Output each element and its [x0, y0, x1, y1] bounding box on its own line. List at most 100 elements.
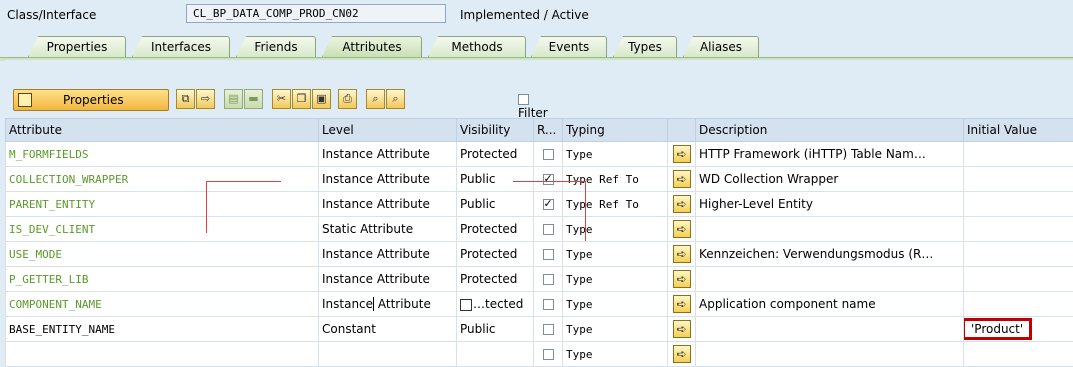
copy-clipboard-icon[interactable]: ❐: [292, 89, 311, 109]
visibility-cell[interactable]: Public: [457, 167, 534, 192]
col-attribute[interactable]: Attribute: [6, 119, 319, 142]
tab-properties[interactable]: Properties: [28, 36, 126, 57]
initial-value-cell[interactable]: [964, 292, 1073, 317]
visibility-cell[interactable]: Protected: [457, 217, 534, 242]
navigate-arrow-icon[interactable]: ➪: [673, 145, 691, 163]
typing-cell[interactable]: Type: [563, 317, 668, 342]
arrow-cell[interactable]: ➪: [668, 242, 696, 267]
arrow-cell[interactable]: ➪: [668, 317, 696, 342]
delete-row-icon[interactable]: ▬: [244, 89, 263, 109]
popup-icon[interactable]: [460, 299, 472, 311]
tab-attributes[interactable]: Attributes: [322, 36, 422, 57]
col-visibility[interactable]: Visibility: [457, 119, 534, 142]
readonly-checkbox[interactable]: [543, 199, 554, 210]
description-cell[interactable]: [696, 317, 964, 342]
typing-cell[interactable]: Type: [563, 267, 668, 292]
attribute-cell[interactable]: USE_MODE: [6, 242, 319, 267]
navigate-arrow-icon[interactable]: ➪: [673, 320, 691, 338]
visibility-cell[interactable]: …tected: [457, 292, 534, 317]
readonly-checkbox[interactable]: [543, 224, 554, 235]
col-initial-value[interactable]: Initial Value: [964, 119, 1073, 142]
find-icon[interactable]: ⌕: [366, 89, 385, 109]
filter-checkbox[interactable]: Filter: [518, 92, 548, 120]
readonly-cell[interactable]: [534, 292, 563, 317]
attribute-cell[interactable]: BASE_ENTITY_NAME: [6, 317, 319, 342]
table-row[interactable]: P_GETTER_LIBInstance AttributeProtected T…: [6, 267, 1073, 292]
paste-icon[interactable]: ⇨: [196, 89, 215, 109]
description-cell[interactable]: Higher-Level Entity: [696, 192, 964, 217]
readonly-cell[interactable]: [534, 167, 563, 192]
navigate-arrow-icon[interactable]: ➪: [673, 270, 691, 288]
arrow-cell[interactable]: ➪: [668, 142, 696, 167]
arrow-cell[interactable]: ➪: [668, 192, 696, 217]
table-row[interactable]: BASE_ENTITY_NAMEConstantPublicType➪'Prod…: [6, 317, 1073, 342]
col-typing[interactable]: Typing: [563, 119, 668, 142]
initial-value-cell[interactable]: [964, 192, 1073, 217]
col-level[interactable]: Level: [319, 119, 457, 142]
readonly-cell[interactable]: [534, 217, 563, 242]
table-row[interactable]: PARENT_ENTITYInstance AttributePublicTyp…: [6, 192, 1073, 217]
tab-friends[interactable]: Friends: [236, 36, 316, 57]
readonly-checkbox[interactable]: [543, 349, 554, 360]
readonly-cell[interactable]: [534, 317, 563, 342]
col-description[interactable]: Description: [696, 119, 964, 142]
tab-interfaces[interactable]: Interfaces: [132, 36, 230, 57]
readonly-cell[interactable]: [534, 142, 563, 167]
typing-cell[interactable]: Type: [563, 142, 668, 167]
col-readonly[interactable]: R...: [534, 119, 563, 142]
paste-clipboard-icon[interactable]: ▣: [312, 89, 331, 109]
cut-icon[interactable]: ✂: [272, 89, 291, 109]
readonly-checkbox[interactable]: [543, 274, 554, 285]
tab-types[interactable]: Types: [613, 36, 677, 57]
typing-cell[interactable]: Type: [563, 342, 668, 367]
visibility-cell[interactable]: Public: [457, 192, 534, 217]
table-row[interactable]: COLLECTION_WRAPPERInstance AttributePubl…: [6, 167, 1073, 192]
attribute-cell[interactable]: COLLECTION_WRAPPER: [6, 167, 319, 192]
table-row[interactable]: IS_DEV_CLIENTStatic AttributeProtected Ty…: [6, 217, 1073, 242]
tab-methods[interactable]: Methods: [428, 36, 526, 57]
navigate-arrow-icon[interactable]: ➪: [673, 195, 691, 213]
readonly-checkbox[interactable]: [543, 174, 554, 185]
readonly-cell[interactable]: [534, 242, 563, 267]
readonly-checkbox[interactable]: [543, 324, 554, 335]
typing-cell[interactable]: Type: [563, 242, 668, 267]
initial-value-cell[interactable]: [964, 142, 1073, 167]
arrow-cell[interactable]: ➪: [668, 342, 696, 367]
typing-cell[interactable]: Type Ref To: [563, 192, 668, 217]
description-cell[interactable]: [696, 267, 964, 292]
print-icon[interactable]: ⎙: [338, 89, 357, 109]
navigate-arrow-icon[interactable]: ➪: [673, 295, 691, 313]
level-cell[interactable]: Static Attribute: [319, 217, 457, 242]
level-cell[interactable]: Instance Attribute: [319, 167, 457, 192]
table-row[interactable]: COMPONENT_NAMEInstance Attribute…tectedT…: [6, 292, 1073, 317]
tab-aliases[interactable]: Aliases: [683, 36, 759, 57]
initial-value-cell[interactable]: [964, 217, 1073, 242]
typing-cell[interactable]: Type: [563, 217, 668, 242]
visibility-cell[interactable]: Protected: [457, 142, 534, 167]
attribute-cell[interactable]: COMPONENT_NAME: [6, 292, 319, 317]
description-cell[interactable]: Kennzeichen: Verwendungsmodus (R…: [696, 242, 964, 267]
navigate-arrow-icon[interactable]: ➪: [673, 220, 691, 238]
attribute-cell[interactable]: IS_DEV_CLIENT: [6, 217, 319, 242]
arrow-cell[interactable]: ➪: [668, 292, 696, 317]
insert-row-icon[interactable]: ▤: [224, 89, 243, 109]
navigate-arrow-icon[interactable]: ➪: [673, 245, 691, 263]
readonly-checkbox[interactable]: [543, 149, 554, 160]
initial-value-cell[interactable]: 'Product': [964, 317, 1073, 342]
description-cell[interactable]: WD Collection Wrapper: [696, 167, 964, 192]
table-row[interactable]: USE_MODEInstance AttributeProtectedType➪…: [6, 242, 1073, 267]
arrow-cell[interactable]: ➪: [668, 267, 696, 292]
initial-value-cell[interactable]: [964, 242, 1073, 267]
readonly-cell[interactable]: [534, 192, 563, 217]
visibility-cell[interactable]: Protected: [457, 267, 534, 292]
table-row[interactable]: M_FORMFIELDSInstance AttributeProtectedT…: [6, 142, 1073, 167]
table-row[interactable]: Type➪: [6, 342, 1073, 367]
initial-value-cell[interactable]: [964, 342, 1073, 367]
attribute-cell[interactable]: P_GETTER_LIB: [6, 267, 319, 292]
level-cell[interactable]: Constant: [319, 317, 457, 342]
initial-value-cell[interactable]: [964, 267, 1073, 292]
level-cell[interactable]: Instance Attribute: [319, 267, 457, 292]
description-cell[interactable]: HTTP Framework (iHTTP) Table Nam…: [696, 142, 964, 167]
typing-cell[interactable]: Type: [563, 292, 668, 317]
visibility-cell[interactable]: [457, 342, 534, 367]
